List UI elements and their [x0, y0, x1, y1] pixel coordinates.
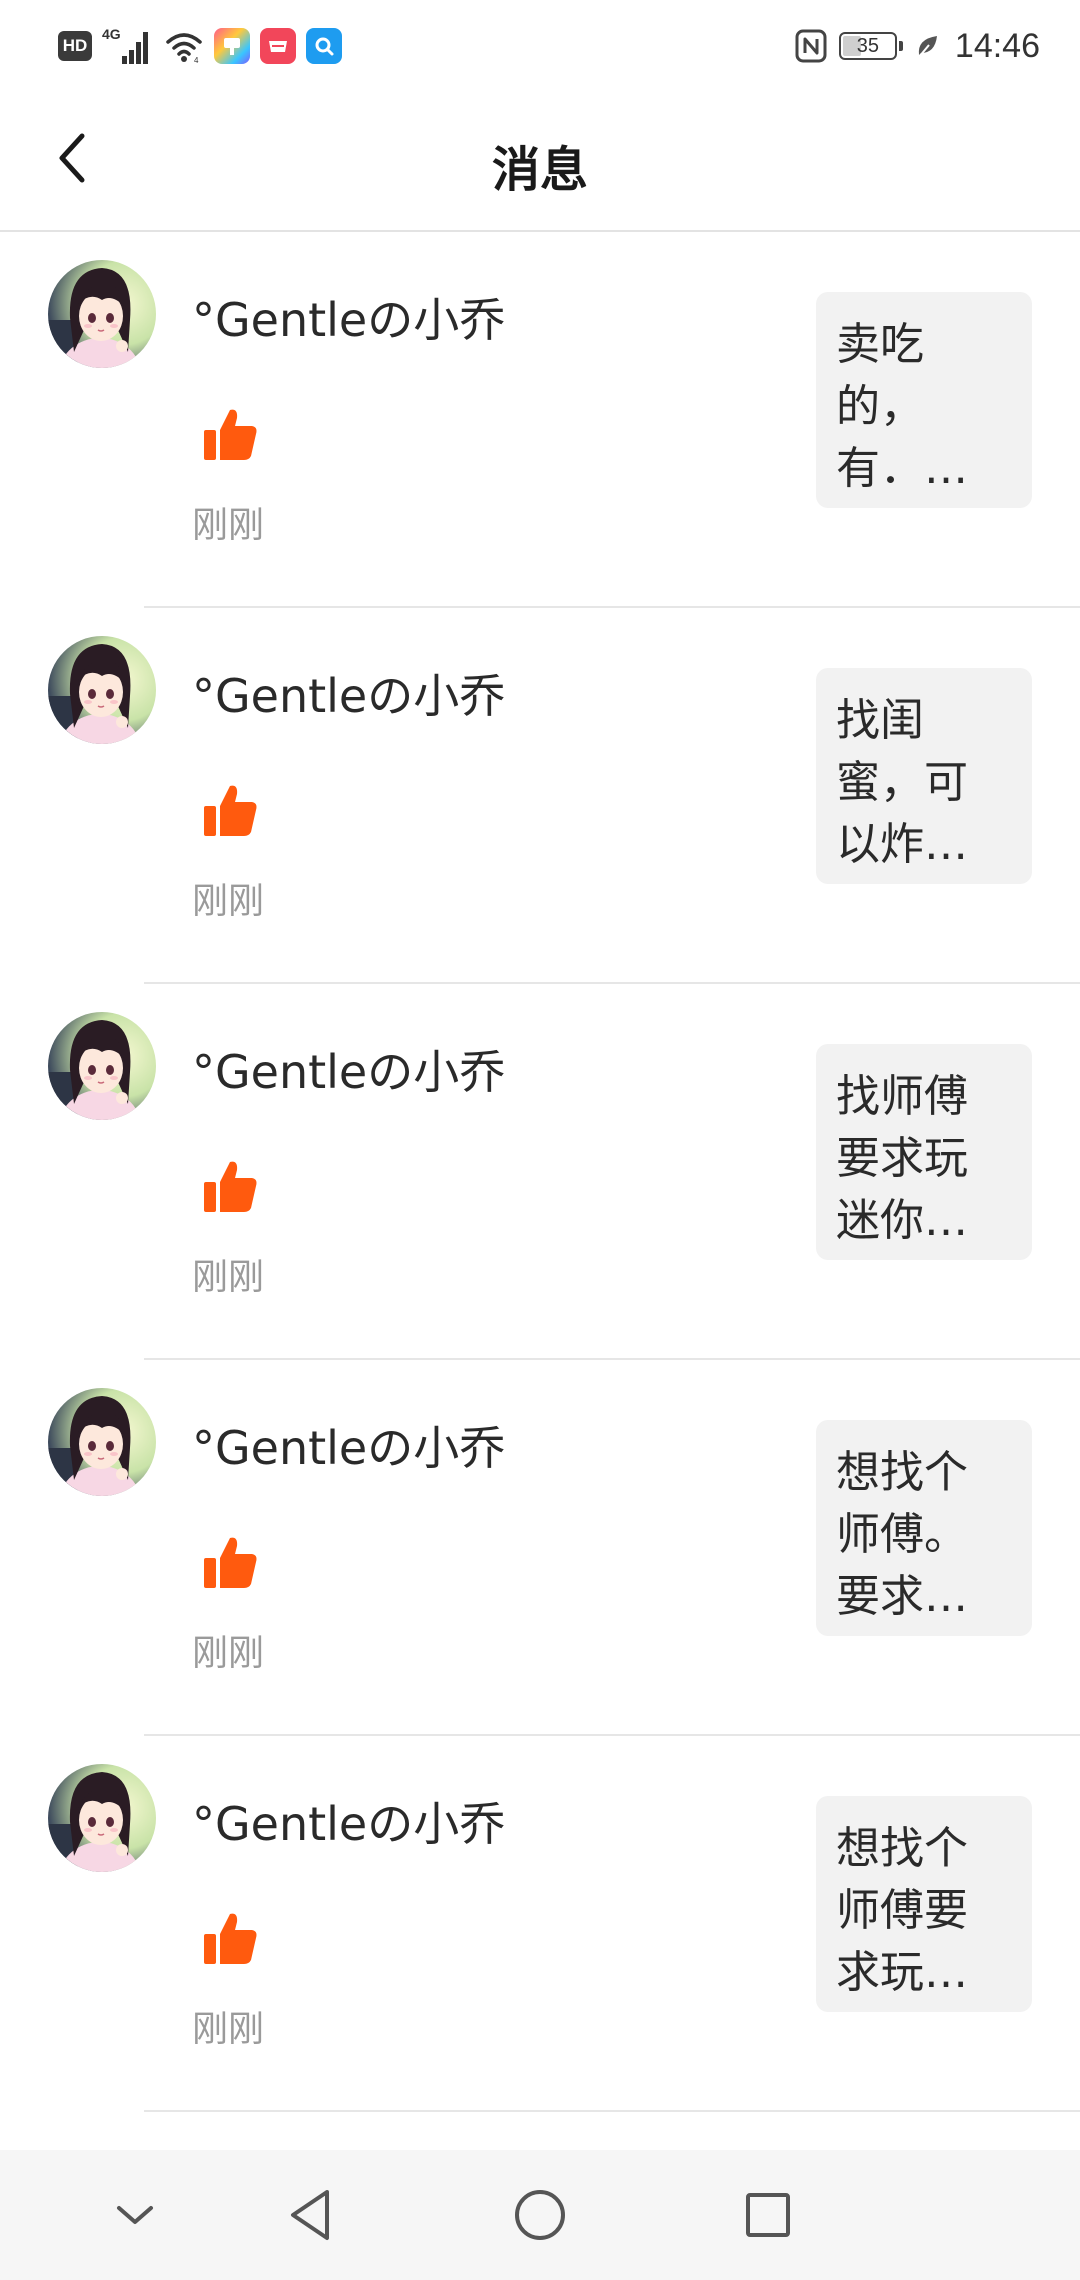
huawei-mall-icon: [260, 28, 296, 64]
message-item[interactable]: °Gentleの小乔刚刚 想找个师傅要求玩…: [48, 1736, 1080, 2112]
chevron-down-icon: [117, 2206, 153, 2224]
post-preview[interactable]: 找师傅要求玩迷你…: [816, 1044, 1032, 1260]
status-left-icons: HD 4G 4: [58, 24, 342, 68]
message-list: °Gentleの小乔 刚刚 卖吃 的， 有．… °Gentleの小乔 刚刚 找闺 蜜，可 以炸…: [0, 232, 1080, 2172]
sender-name: °Gentleの小乔: [192, 1045, 506, 1099]
avatar[interactable]: [48, 1388, 156, 1496]
message-time: 刚刚: [192, 505, 265, 546]
battery-level: 35: [856, 34, 880, 57]
wifi-icon: 4: [166, 33, 202, 64]
sender-name: °Gentleの小乔: [192, 293, 506, 347]
nav-home-button[interactable]: [500, 2175, 580, 2255]
preview-line: 师傅。: [836, 1509, 968, 1560]
nav-recents-button[interactable]: [728, 2175, 808, 2255]
message-item[interactable]: °Gentleの小乔刚刚 找闺蜜，可以炸…: [48, 608, 1080, 984]
preview-line: 师傅要: [836, 1885, 968, 1936]
avatar[interactable]: [48, 1012, 156, 1120]
thumbs-up-icon: [200, 404, 260, 464]
preview-line: 要求玩: [836, 1133, 968, 1184]
thumbs-up-icon: [200, 780, 260, 840]
thumbs-up-icon: [200, 1532, 260, 1592]
search-app-icon: [306, 28, 342, 64]
collapse-nav-button[interactable]: [95, 2175, 175, 2255]
avatar[interactable]: [48, 1764, 156, 1872]
page-title: 消息: [491, 142, 588, 198]
post-preview[interactable]: 想找个师傅。要求…: [816, 1420, 1032, 1636]
preview-line: 迷你…: [836, 1195, 968, 1246]
post-preview[interactable]: 想找个师傅要求玩…: [816, 1796, 1032, 2012]
nfc-icon: [795, 29, 827, 63]
multicolor-app-icon: [214, 28, 250, 64]
preview-line: 的，: [836, 381, 924, 432]
sender-name: °Gentleの小乔: [192, 1421, 506, 1475]
message-time: 刚刚: [192, 1633, 265, 1674]
message-time: 刚刚: [192, 881, 265, 922]
message-item[interactable]: °Gentleの小乔刚刚 想找个师傅。要求…: [48, 1360, 1080, 1736]
preview-line: 找师傅: [836, 1071, 968, 1122]
home-circle-icon: [515, 2190, 565, 2240]
status-time: 14:46: [954, 26, 1040, 65]
preview-line: 蜜，可: [836, 757, 968, 808]
thumbs-up-icon: [200, 1908, 260, 1968]
message-item[interactable]: °Gentleの小乔刚刚 找师傅要求玩迷你…: [48, 984, 1080, 1360]
back-triangle-icon: [291, 2190, 329, 2240]
preview-line: 找闺: [836, 695, 924, 746]
preview-line: 想找个: [836, 1823, 968, 1874]
message-time: 刚刚: [192, 2009, 265, 2050]
message-item[interactable]: °Gentleの小乔刚刚 卖吃的， 有．…: [48, 232, 1080, 608]
app-header: 消息: [0, 92, 1080, 232]
signal-icon: 4G: [102, 26, 154, 66]
post-preview[interactable]: 卖吃的， 有．…: [816, 292, 1032, 508]
preview-line: 有．…: [836, 443, 968, 494]
hd-icon: HD: [58, 31, 92, 61]
leaf-icon: [918, 36, 937, 58]
avatar[interactable]: [48, 260, 156, 368]
preview-line: 要求…: [836, 1571, 968, 1622]
post-preview[interactable]: 找闺蜜，可以炸…: [816, 668, 1032, 884]
sender-name: °Gentleの小乔: [192, 1797, 506, 1851]
recents-square-icon: [746, 2193, 790, 2237]
preview-line: 求玩…: [836, 1947, 968, 1998]
status-bar: HD 4G 4 35 14:46: [0, 0, 1080, 92]
system-navigation-bar: [0, 2150, 1080, 2280]
svg-text:4: 4: [194, 56, 199, 64]
battery-icon: 35: [838, 32, 903, 60]
preview-line: 想找个: [836, 1447, 968, 1498]
avatar[interactable]: [48, 636, 156, 744]
network-type-label: 4G: [102, 26, 121, 42]
sender-name: °Gentleの小乔: [192, 669, 506, 723]
status-right-icons: 35 14:46: [795, 24, 1040, 68]
preview-line: 卖吃: [836, 319, 924, 370]
nav-back-button[interactable]: [270, 2175, 350, 2255]
thumbs-up-icon: [200, 1156, 260, 1216]
message-time: 刚刚: [192, 1257, 265, 1298]
preview-line: 以炸…: [836, 819, 968, 870]
